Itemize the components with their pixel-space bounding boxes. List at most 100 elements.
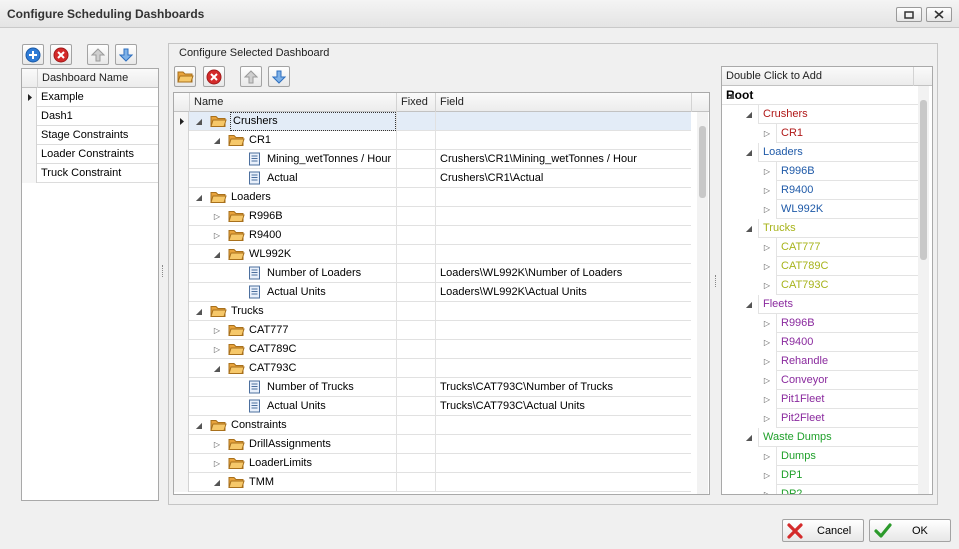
add-tree-scroll-thumb[interactable] xyxy=(920,100,927,260)
fixed-cell[interactable] xyxy=(397,150,436,169)
fixed-cell[interactable] xyxy=(397,416,436,435)
move-down-item-button[interactable] xyxy=(268,66,290,87)
config-row[interactable]: ◢ Crushers xyxy=(174,112,691,131)
collapse-arrow-icon[interactable]: ◢ xyxy=(744,219,754,238)
fixed-cell[interactable] xyxy=(397,397,436,416)
fixed-cell[interactable] xyxy=(397,207,436,226)
add-tree-node[interactable]: Root xyxy=(722,86,918,105)
fixed-cell[interactable] xyxy=(397,340,436,359)
config-row[interactable]: ◢ Loaders xyxy=(174,188,691,207)
cancel-button[interactable]: Cancel xyxy=(782,519,864,542)
fixed-cell[interactable] xyxy=(397,435,436,454)
add-tree-node[interactable]: R9400 xyxy=(776,333,918,352)
add-tree-node[interactable]: R9400 xyxy=(776,181,918,200)
name-column-header[interactable]: Name xyxy=(190,93,397,112)
config-row[interactable]: Number of Trucks Trucks\CAT793C\Number of… xyxy=(174,378,691,397)
config-row[interactable]: Number of Loaders Loaders\WL992K\Number o… xyxy=(174,264,691,283)
left-splitter[interactable] xyxy=(162,265,165,277)
add-tree-vertical-scrollbar[interactable] xyxy=(918,86,929,494)
add-tree-node[interactable]: CAT777 xyxy=(776,238,918,257)
expand-arrow-icon[interactable]: ▷ xyxy=(762,181,772,200)
config-row[interactable]: ◢ Trucks xyxy=(174,302,691,321)
config-scroll-thumb[interactable] xyxy=(699,126,706,198)
add-tree-node[interactable]: Loaders xyxy=(758,143,918,162)
config-row[interactable]: ◢ Constraints xyxy=(174,416,691,435)
expand-arrow-icon[interactable]: ▷ xyxy=(212,321,222,340)
fixed-cell[interactable] xyxy=(397,454,436,473)
open-folder-button[interactable] xyxy=(174,66,196,87)
expand-arrow-icon[interactable]: ▷ xyxy=(762,390,772,409)
field-column-header[interactable]: Field xyxy=(436,93,692,112)
config-row[interactable]: ▷ R996B xyxy=(174,207,691,226)
fixed-cell[interactable] xyxy=(397,131,436,150)
config-vertical-scrollbar[interactable] xyxy=(697,112,708,494)
expand-arrow-icon[interactable]: ▷ xyxy=(762,200,772,219)
delete-dashboard-button[interactable] xyxy=(50,44,72,65)
expand-arrow-icon[interactable]: ▷ xyxy=(762,409,772,428)
collapse-arrow-icon[interactable]: ◢ xyxy=(212,131,222,150)
collapse-arrow-icon[interactable]: ◢ xyxy=(744,428,754,447)
add-tree-node[interactable]: Pit2Fleet xyxy=(776,409,918,428)
expand-arrow-icon[interactable]: ▷ xyxy=(762,276,772,295)
collapse-arrow-icon[interactable]: ◢ xyxy=(194,112,204,131)
config-row[interactable]: ▷ R9400 xyxy=(174,226,691,245)
expand-arrow-icon[interactable]: ▷ xyxy=(762,485,772,494)
dashboard-name-column-header[interactable]: Dashboard Name xyxy=(38,69,158,88)
dashboard-row[interactable]: Loader Constraints xyxy=(22,145,158,164)
config-row[interactable]: ▷ CAT777 xyxy=(174,321,691,340)
expand-arrow-icon[interactable]: ▷ xyxy=(762,162,772,181)
config-row[interactable]: ▷ DrillAssignments xyxy=(174,435,691,454)
config-row[interactable]: ◢ CR1 xyxy=(174,131,691,150)
expand-arrow-icon[interactable]: ▷ xyxy=(762,466,772,485)
expand-arrow-icon[interactable]: ▷ xyxy=(762,352,772,371)
expand-arrow-icon[interactable]: ▷ xyxy=(212,207,222,226)
expand-arrow-icon[interactable]: ▷ xyxy=(762,447,772,466)
fixed-cell[interactable] xyxy=(397,169,436,188)
expand-arrow-icon[interactable]: ▷ xyxy=(212,340,222,359)
add-tree-node[interactable]: CAT789C xyxy=(776,257,918,276)
expand-arrow-icon[interactable]: ▷ xyxy=(762,371,772,390)
right-splitter[interactable] xyxy=(715,275,718,287)
add-tree-node[interactable]: DP1 xyxy=(776,466,918,485)
config-row[interactable]: Actual Units Loaders\WL992K\Actual Units xyxy=(174,283,691,302)
expand-arrow-icon[interactable]: ▷ xyxy=(762,333,772,352)
config-row[interactable]: ◢ WL992K xyxy=(174,245,691,264)
fixed-cell[interactable] xyxy=(397,245,436,264)
ok-button[interactable]: OK xyxy=(869,519,951,542)
fixed-cell[interactable] xyxy=(397,112,436,131)
move-down-dashboard-button[interactable] xyxy=(115,44,137,65)
collapse-arrow-icon[interactable]: ◢ xyxy=(212,245,222,264)
fixed-cell[interactable] xyxy=(397,378,436,397)
add-tree-node[interactable]: Dumps xyxy=(776,447,918,466)
config-row[interactable]: ▷ LoaderLimits xyxy=(174,454,691,473)
fixed-cell[interactable] xyxy=(397,302,436,321)
expand-arrow-icon[interactable]: ▷ xyxy=(762,314,772,333)
fixed-column-header[interactable]: Fixed xyxy=(397,93,436,112)
config-row[interactable]: Actual Crushers\CR1\Actual xyxy=(174,169,691,188)
add-dashboard-button[interactable] xyxy=(22,44,44,65)
collapse-arrow-icon[interactable]: ◢ xyxy=(744,295,754,314)
collapse-arrow-icon[interactable]: ◢ xyxy=(726,86,736,105)
move-up-item-button[interactable] xyxy=(240,66,262,87)
restore-button[interactable] xyxy=(896,7,922,22)
fixed-cell[interactable] xyxy=(397,473,436,492)
move-up-dashboard-button[interactable] xyxy=(87,44,109,65)
fixed-cell[interactable] xyxy=(397,226,436,245)
add-tree-node[interactable]: DP2 xyxy=(776,485,918,494)
delete-item-button[interactable] xyxy=(203,66,225,87)
close-button[interactable] xyxy=(926,7,952,22)
add-tree-node[interactable]: CR1 xyxy=(776,124,918,143)
add-tree-node[interactable]: Conveyor xyxy=(776,371,918,390)
add-tree-node[interactable]: CAT793C xyxy=(776,276,918,295)
expand-arrow-icon[interactable]: ▷ xyxy=(762,238,772,257)
collapse-arrow-icon[interactable]: ◢ xyxy=(212,359,222,378)
config-row[interactable]: ▷ CAT789C xyxy=(174,340,691,359)
collapse-arrow-icon[interactable]: ◢ xyxy=(194,416,204,435)
add-tree-node[interactable]: Waste Dumps xyxy=(758,428,918,447)
fixed-cell[interactable] xyxy=(397,321,436,340)
add-tree-column-header[interactable]: Double Click to Add xyxy=(722,67,914,86)
fixed-cell[interactable] xyxy=(397,283,436,302)
collapse-arrow-icon[interactable]: ◢ xyxy=(212,473,222,492)
config-row[interactable]: ◢ CAT793C xyxy=(174,359,691,378)
collapse-arrow-icon[interactable]: ◢ xyxy=(194,302,204,321)
